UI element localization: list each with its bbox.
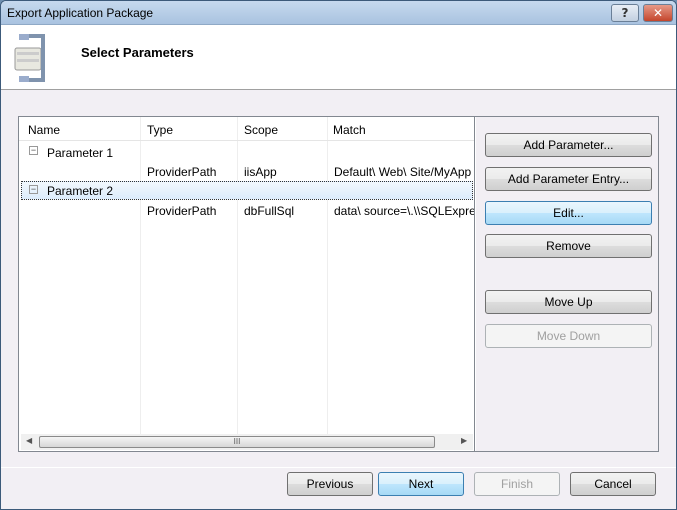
- move-up-button[interactable]: Move Up: [485, 290, 652, 314]
- entry-scope: iisApp: [244, 165, 277, 179]
- parameter-entry-row[interactable]: ProviderPath iisApp Default\ Web\ Site/M…: [21, 162, 473, 181]
- add-parameter-button[interactable]: Add Parameter...: [485, 133, 652, 157]
- cancel-button[interactable]: Cancel: [570, 472, 656, 496]
- entry-match: Default\ Web\ Site/MyApp: [334, 165, 472, 179]
- entry-match: data\ source=\.\\SQLExpre: [334, 204, 475, 218]
- page-title: Select Parameters: [81, 45, 194, 60]
- collapse-icon[interactable]: −: [29, 185, 38, 194]
- column-header-match[interactable]: Match: [333, 123, 366, 137]
- entry-type: ProviderPath: [147, 165, 217, 179]
- title-bar: Export Application Package ? ✕: [1, 1, 676, 25]
- scroll-right-icon[interactable]: ▶: [461, 436, 467, 445]
- footer-divider: [1, 467, 676, 468]
- next-button[interactable]: Next: [378, 472, 464, 496]
- parameter-row-selected[interactable]: − Parameter 2: [21, 181, 473, 200]
- export-dialog: Export Application Package ? ✕ Select Pa…: [0, 0, 677, 510]
- entry-scope: dbFullSql: [244, 204, 295, 218]
- scroll-thumb[interactable]: III: [39, 436, 435, 448]
- edit-button[interactable]: Edit...: [485, 201, 652, 225]
- help-button[interactable]: ?: [611, 4, 639, 22]
- parameter-name: Parameter 2: [47, 184, 114, 198]
- finish-button[interactable]: Finish: [474, 472, 560, 496]
- column-header-scope[interactable]: Scope: [244, 123, 278, 137]
- move-down-button[interactable]: Move Down: [485, 324, 652, 348]
- parameter-actions: Add Parameter... Add Parameter Entry... …: [476, 117, 658, 451]
- parameter-name: Parameter 1: [47, 146, 114, 160]
- wizard-header: Select Parameters: [1, 25, 676, 90]
- column-header-name[interactable]: Name: [28, 123, 60, 137]
- package-clamp-icon: [14, 34, 45, 82]
- parameter-row[interactable]: − Parameter 1: [21, 143, 473, 162]
- list-header: Name Type Scope Match: [19, 117, 474, 141]
- entry-type: ProviderPath: [147, 204, 217, 218]
- collapse-icon[interactable]: −: [29, 146, 38, 155]
- close-button[interactable]: ✕: [643, 4, 673, 22]
- add-parameter-entry-button[interactable]: Add Parameter Entry...: [485, 167, 652, 191]
- parameters-panel: Name Type Scope Match − Parameter 1 Prov…: [18, 116, 659, 452]
- parameters-list[interactable]: Name Type Scope Match − Parameter 1 Prov…: [19, 117, 475, 451]
- parameter-entry-row[interactable]: ProviderPath dbFullSql data\ source=\.\\…: [21, 201, 475, 220]
- column-header-type[interactable]: Type: [147, 123, 173, 137]
- remove-button[interactable]: Remove: [485, 234, 652, 258]
- window-title: Export Application Package: [7, 6, 154, 20]
- scroll-left-icon[interactable]: ◀: [26, 436, 32, 445]
- horizontal-scrollbar[interactable]: ◀ III ▶: [21, 434, 473, 450]
- previous-button[interactable]: Previous: [287, 472, 373, 496]
